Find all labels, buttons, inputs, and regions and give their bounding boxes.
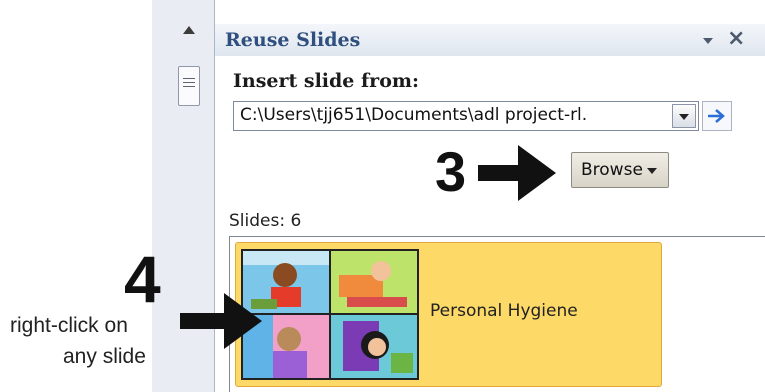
- slide-thumbnail-image: [243, 251, 417, 378]
- step-4-hint: right-click on: [10, 314, 128, 337]
- slide-name: Personal Hygiene: [430, 301, 578, 321]
- insert-slide-from-label: Insert slide from:: [233, 70, 419, 92]
- step-3-number: 3: [435, 140, 467, 203]
- arrow-right-icon: [478, 145, 556, 201]
- step-4-number: 4: [124, 242, 161, 316]
- slides-list[interactable]: Personal Hygiene: [229, 236, 765, 392]
- scroll-thumb[interactable]: [178, 66, 200, 106]
- pane-header: Reuse Slides ×: [215, 24, 765, 56]
- pane-title: Reuse Slides: [225, 29, 361, 51]
- slide-item[interactable]: Personal Hygiene: [235, 242, 662, 387]
- scroll-up-icon[interactable]: [183, 26, 195, 34]
- chevron-down-icon[interactable]: [703, 38, 713, 44]
- arrow-right-icon: [708, 109, 725, 123]
- chevron-down-icon: [647, 168, 657, 174]
- close-icon[interactable]: ×: [727, 26, 745, 51]
- slides-count-label: Slides: 6: [229, 211, 302, 231]
- path-input[interactable]: C:\Users\tjj651\Documents\adl project-rl…: [240, 105, 650, 125]
- chevron-down-icon[interactable]: [672, 104, 696, 128]
- browse-label: Browse: [581, 160, 643, 180]
- browse-button[interactable]: Browse: [571, 152, 669, 188]
- path-combobox[interactable]: C:\Users\tjj651\Documents\adl project-rl…: [233, 101, 699, 131]
- grip-icon: [183, 78, 195, 90]
- step-4-hint: any slide: [63, 345, 146, 368]
- arrow-right-icon: [180, 293, 262, 349]
- go-button[interactable]: [702, 101, 732, 131]
- slide-thumbnail[interactable]: [241, 249, 419, 380]
